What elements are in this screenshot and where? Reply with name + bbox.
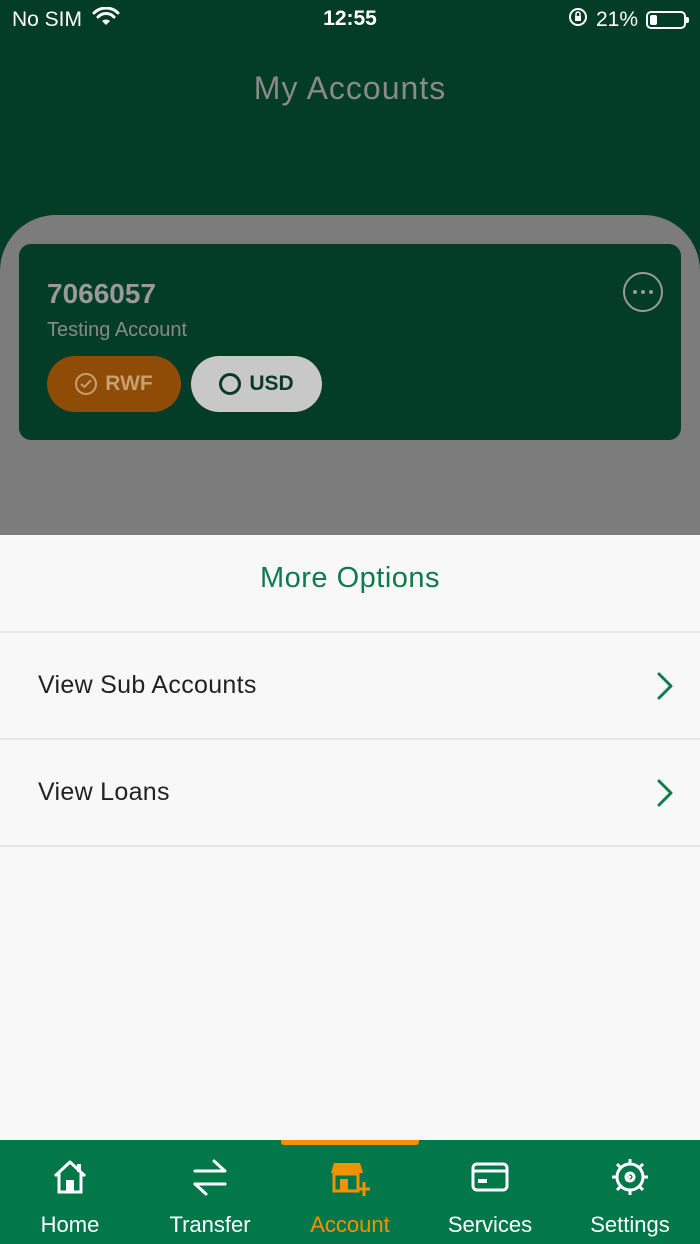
currency-label: USD <box>249 372 294 395</box>
tab-transfer[interactable]: Transfer <box>140 1140 280 1244</box>
tab-label: Transfer <box>169 1212 251 1237</box>
transfer-icon <box>190 1156 230 1198</box>
battery-percent: 21% <box>595 8 638 31</box>
check-circle-icon <box>75 373 98 395</box>
account-icon <box>330 1156 370 1198</box>
account-header-area: No SIM 12:55 21% My Accounts 7066057 Tes… <box>0 0 700 535</box>
option-label: View Sub Accounts <box>38 671 257 699</box>
currency-chip-rwf[interactable]: RWF <box>47 356 181 412</box>
tab-bar: Home Transfer Account Services Settings <box>0 1140 700 1244</box>
currency-label: RWF <box>105 372 153 395</box>
page-title: My Accounts <box>253 70 447 106</box>
account-number: 7066057 <box>47 278 157 309</box>
tab-services[interactable]: Services <box>420 1140 560 1244</box>
more-options-button[interactable] <box>623 272 663 312</box>
account-name: Testing Account <box>47 319 188 341</box>
tab-account[interactable]: Account <box>280 1140 420 1244</box>
option-label: View Loans <box>38 778 170 806</box>
home-icon <box>50 1156 90 1198</box>
tab-label: Settings <box>590 1212 670 1237</box>
card-icon <box>470 1156 510 1198</box>
tab-label: Home <box>40 1212 100 1237</box>
sheet-title: More Options <box>0 535 700 633</box>
orientation-lock-icon <box>568 7 588 33</box>
tab-label: Account <box>310 1212 390 1237</box>
tab-label: Services <box>447 1212 533 1237</box>
chevron-right-icon <box>656 778 674 813</box>
status-bar: No SIM 12:55 21% <box>0 0 700 40</box>
option-view-sub-accounts[interactable]: View Sub Accounts <box>0 633 700 740</box>
chevron-right-icon <box>656 671 674 706</box>
tab-settings[interactable]: Settings <box>560 1140 700 1244</box>
account-card[interactable]: 7066057 Testing Account RWF USD <box>19 244 681 440</box>
radio-circle-icon <box>219 373 242 395</box>
battery-icon <box>646 11 689 29</box>
gear-icon <box>610 1156 650 1198</box>
tab-home[interactable]: Home <box>0 1140 140 1244</box>
more-options-sheet: More Options View Sub Accounts View Loan… <box>0 535 700 1140</box>
currency-chip-usd[interactable]: USD <box>191 356 322 412</box>
option-view-loans[interactable]: View Loans <box>0 740 700 847</box>
